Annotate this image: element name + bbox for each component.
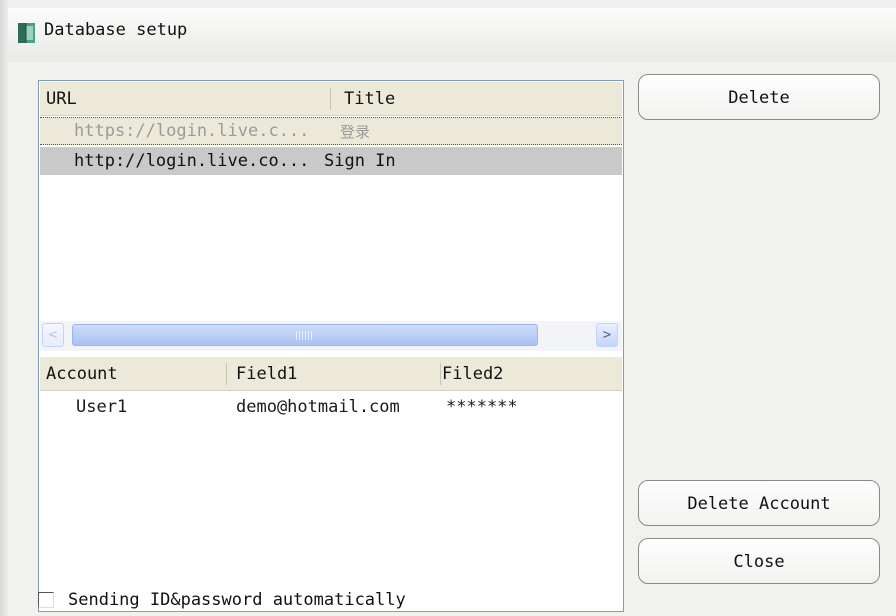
url-table-header: URL Title xyxy=(40,82,622,116)
title-cell: Sign In xyxy=(324,151,396,171)
account-cell: User1 xyxy=(76,397,128,417)
url-row-selected[interactable]: http://login.live.co... Sign In xyxy=(40,147,622,175)
column-divider[interactable] xyxy=(440,363,441,385)
column-divider[interactable] xyxy=(330,88,331,110)
column-header-url[interactable]: URL xyxy=(46,89,77,109)
column-header-filed2[interactable]: Filed2 xyxy=(442,364,503,384)
database-list-panel: URL Title https://login.live.c... 登录 htt… xyxy=(38,80,624,612)
window-left-border xyxy=(0,0,8,616)
url-row[interactable]: https://login.live.c... 登录 xyxy=(40,117,622,145)
database-book-icon xyxy=(18,23,35,43)
window-top-border xyxy=(0,0,896,8)
close-button[interactable]: Close xyxy=(638,538,880,584)
delete-button[interactable]: Delete xyxy=(638,74,880,120)
url-cell: http://login.live.co... xyxy=(74,151,310,171)
column-divider[interactable] xyxy=(226,363,227,385)
url-cell: https://login.live.c... xyxy=(74,121,310,141)
window-title: Database setup xyxy=(44,20,188,40)
database-setup-window: Database setup URL Title https://login.l… xyxy=(0,0,896,616)
column-header-field1[interactable]: Field1 xyxy=(236,364,297,384)
field1-cell: demo@hotmail.com xyxy=(236,397,400,417)
scrollbar-grip-icon xyxy=(296,331,314,340)
title-cell: 登录 xyxy=(340,123,371,141)
auto-send-label[interactable]: Sending ID&password automatically xyxy=(68,590,406,610)
scroll-right-button[interactable]: > xyxy=(596,323,618,347)
delete-account-button[interactable]: Delete Account xyxy=(638,480,880,526)
column-header-account[interactable]: Account xyxy=(46,364,118,384)
account-row[interactable]: User1 demo@hotmail.com ******* xyxy=(40,393,622,421)
scroll-left-button[interactable]: < xyxy=(42,323,64,347)
account-table-header: Account Field1 Filed2 xyxy=(40,357,622,391)
auto-send-checkbox[interactable] xyxy=(38,592,54,608)
field2-cell: ******* xyxy=(446,397,518,417)
horizontal-scrollbar[interactable]: < > xyxy=(40,321,622,351)
scrollbar-thumb[interactable] xyxy=(72,324,538,346)
column-header-title[interactable]: Title xyxy=(344,89,395,109)
